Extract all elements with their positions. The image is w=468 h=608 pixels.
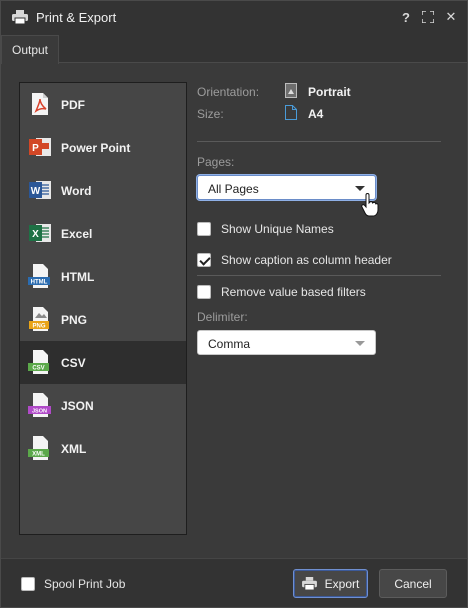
divider [197,275,441,276]
format-item-word[interactable]: W Word [20,169,186,212]
export-button[interactable]: Export [293,569,368,598]
format-item-png[interactable]: PNG PNG [20,298,186,341]
format-item-xml[interactable]: XML XML [20,427,186,470]
word-icon: W [29,181,51,199]
delimiter-label: Delimiter: [197,310,248,324]
hand-cursor-icon [361,193,379,217]
excel-icon: X [29,224,51,242]
delimiter-dropdown-value: Comma [208,337,251,351]
format-label: CSV [61,355,86,370]
dialog-title: Print & Export [36,10,117,25]
pages-label: Pages: [197,155,235,169]
show-unique-names-checkbox[interactable] [197,222,211,236]
svg-text:P: P [32,143,39,154]
format-label: HTML [61,269,95,284]
cancel-button[interactable]: Cancel [379,569,447,598]
chevron-down-icon [355,186,365,191]
fullscreen-icon [422,11,434,23]
format-list: PDF P Power Point W Word X Excel HTML HT… [19,82,187,535]
format-item-json[interactable]: JSON JSON [20,384,186,427]
json-icon: JSON [28,393,51,417]
format-label: Power Point [61,140,131,155]
format-label: Word [61,183,92,198]
format-item-pdf[interactable]: PDF [20,83,186,126]
pages-dropdown[interactable]: All Pages [197,175,376,200]
show-unique-names-label: Show Unique Names [221,222,334,236]
svg-text:W: W [31,186,41,197]
printer-icon [301,577,317,590]
format-label: PDF [61,97,85,112]
close-button[interactable]: ✕ [442,8,460,26]
export-button-label: Export [324,576,360,591]
show-caption-checkbox[interactable] [197,253,211,267]
maximize-button[interactable] [419,8,437,26]
format-label: PNG [61,312,88,327]
pages-dropdown-value: All Pages [208,182,259,196]
format-label: Excel [61,226,93,241]
spool-print-job-option[interactable]: Spool Print Job [21,576,125,592]
cancel-button-label: Cancel [394,576,432,591]
remove-value-filters-checkbox[interactable] [197,285,211,299]
printer-icon [12,10,28,24]
pdf-icon [32,93,48,115]
format-item-excel[interactable]: X Excel [20,212,186,255]
svg-text:X: X [32,229,39,240]
badge-text: HTML [31,280,48,286]
spool-print-job-checkbox[interactable] [21,577,35,591]
badge-text: JSON [32,409,47,415]
size-label: Size: [197,107,224,121]
page-size-icon [285,105,297,120]
csv-icon: CSV [28,350,49,374]
portrait-icon [285,83,297,98]
footer-bar: Spool Print Job Export Cancel [1,558,467,607]
show-caption-option[interactable]: Show caption as column header [197,252,392,268]
remove-value-filters-label: Remove value based filters [221,285,366,299]
png-icon: PNG [29,307,49,331]
format-label: XML [61,441,87,456]
badge-text: PNG [32,324,45,330]
format-item-html[interactable]: HTML HTML [20,255,186,298]
format-item-csv[interactable]: CSV CSV [20,341,186,384]
html-icon: HTML [28,264,50,288]
remove-value-filters-option[interactable]: Remove value based filters [197,284,366,300]
tab-strip: Output [1,33,467,64]
orientation-value[interactable]: Portrait [308,85,351,99]
format-item-powerpoint[interactable]: P Power Point [20,126,186,169]
powerpoint-icon: P [29,138,51,156]
print-export-dialog: Print & Export ? ✕ Output PDF P Power Po… [0,0,468,608]
show-caption-label: Show caption as column header [221,253,392,267]
xml-icon: XML [28,436,49,460]
chevron-down-icon [355,341,365,346]
divider [197,141,441,142]
badge-text: XML [32,452,45,458]
show-unique-names-option[interactable]: Show Unique Names [197,221,334,237]
help-button[interactable]: ? [397,8,415,26]
format-label: JSON [61,398,94,413]
size-value[interactable]: A4 [308,107,323,121]
delimiter-dropdown[interactable]: Comma [197,330,376,355]
badge-text: CSV [32,366,44,372]
title-bar: Print & Export ? ✕ [1,1,467,33]
tab-output[interactable]: Output [1,35,59,64]
orientation-label: Orientation: [197,85,260,99]
spool-print-job-label: Spool Print Job [44,577,126,591]
